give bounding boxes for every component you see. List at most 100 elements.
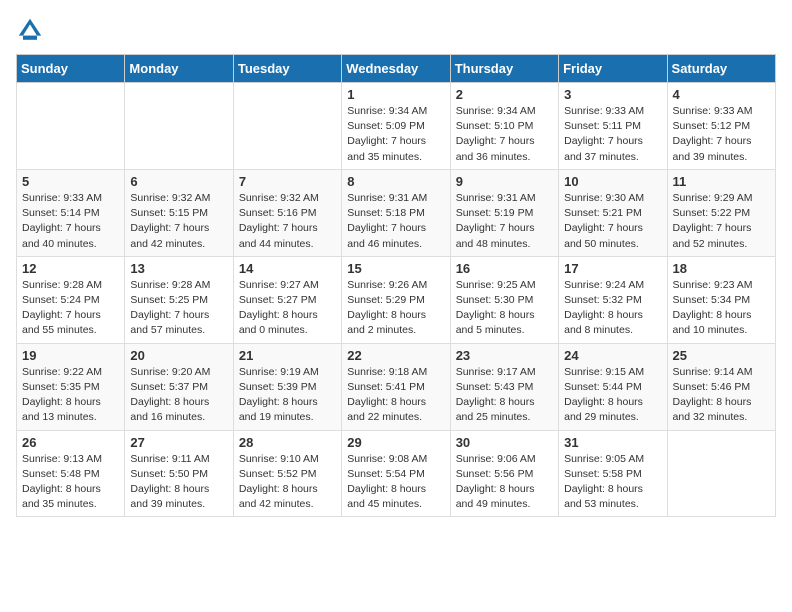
weekday-header: Saturday bbox=[667, 55, 775, 83]
calendar-day-cell: 26 Sunrise: 9:13 AM Sunset: 5:48 PM Dayli… bbox=[17, 430, 125, 517]
calendar-day-cell: 13 Sunrise: 9:28 AM Sunset: 5:25 PM Dayli… bbox=[125, 256, 233, 343]
day-number: 15 bbox=[347, 261, 444, 276]
day-info: Sunrise: 9:23 AM Sunset: 5:34 PM Dayligh… bbox=[673, 278, 770, 339]
calendar-day-cell: 30Sunrise: 9:06 AM Sunset: 5:56 PM Dayli… bbox=[450, 430, 558, 517]
calendar-day-cell: 28 Sunrise: 9:10 AM Sunset: 5:52 PM Dayli… bbox=[233, 430, 341, 517]
day-info: Sunrise: 9:31 AM Sunset: 5:19 PM Dayligh… bbox=[456, 191, 553, 252]
day-number: 16 bbox=[456, 261, 553, 276]
day-number: 28 bbox=[239, 435, 336, 450]
day-info: Sunrise: 9:11 AM Sunset: 5:50 PM Dayligh… bbox=[130, 452, 227, 513]
day-info: Sunrise: 9:19 AM Sunset: 5:39 PM Dayligh… bbox=[239, 365, 336, 426]
day-number: 25 bbox=[673, 348, 770, 363]
calendar-day-cell: 22 Sunrise: 9:18 AM Sunset: 5:41 PM Dayli… bbox=[342, 343, 450, 430]
calendar-day-cell: 2Sunrise: 9:34 AM Sunset: 5:10 PM Daylig… bbox=[450, 83, 558, 170]
calendar-day-cell: 23 Sunrise: 9:17 AM Sunset: 5:43 PM Dayli… bbox=[450, 343, 558, 430]
weekday-header: Wednesday bbox=[342, 55, 450, 83]
day-number: 8 bbox=[347, 174, 444, 189]
day-number: 2 bbox=[456, 87, 553, 102]
calendar-day-cell: 20 Sunrise: 9:20 AM Sunset: 5:37 PM Dayli… bbox=[125, 343, 233, 430]
day-number: 11 bbox=[673, 174, 770, 189]
weekday-header: Tuesday bbox=[233, 55, 341, 83]
calendar-day-cell: 1Sunrise: 9:34 AM Sunset: 5:09 PM Daylig… bbox=[342, 83, 450, 170]
day-number: 4 bbox=[673, 87, 770, 102]
day-info: Sunrise: 9:25 AM Sunset: 5:30 PM Dayligh… bbox=[456, 278, 553, 339]
day-number: 12 bbox=[22, 261, 119, 276]
calendar-day-cell: 25 Sunrise: 9:14 AM Sunset: 5:46 PM Dayli… bbox=[667, 343, 775, 430]
day-number: 19 bbox=[22, 348, 119, 363]
day-number: 7 bbox=[239, 174, 336, 189]
calendar-day-cell: 24 Sunrise: 9:15 AM Sunset: 5:44 PM Dayli… bbox=[559, 343, 667, 430]
day-info: Sunrise: 9:22 AM Sunset: 5:35 PM Dayligh… bbox=[22, 365, 119, 426]
day-info: Sunrise: 9:33 AM Sunset: 5:14 PM Dayligh… bbox=[22, 191, 119, 252]
day-number: 6 bbox=[130, 174, 227, 189]
calendar-day-cell: 10 Sunrise: 9:30 AM Sunset: 5:21 PM Dayli… bbox=[559, 169, 667, 256]
day-number: 10 bbox=[564, 174, 661, 189]
day-number: 13 bbox=[130, 261, 227, 276]
day-number: 23 bbox=[456, 348, 553, 363]
weekday-header: Friday bbox=[559, 55, 667, 83]
day-info: Sunrise: 9:05 AM Sunset: 5:58 PM Dayligh… bbox=[564, 452, 661, 513]
calendar-week-row: 5 Sunrise: 9:33 AM Sunset: 5:14 PM Daylig… bbox=[17, 169, 776, 256]
calendar-day-cell: 11Sunrise: 9:29 AM Sunset: 5:22 PM Dayli… bbox=[667, 169, 775, 256]
day-info: Sunrise: 9:17 AM Sunset: 5:43 PM Dayligh… bbox=[456, 365, 553, 426]
day-number: 26 bbox=[22, 435, 119, 450]
calendar-day-cell: 31 Sunrise: 9:05 AM Sunset: 5:58 PM Dayli… bbox=[559, 430, 667, 517]
calendar-day-cell: 8 Sunrise: 9:31 AM Sunset: 5:18 PM Daylig… bbox=[342, 169, 450, 256]
day-info: Sunrise: 9:10 AM Sunset: 5:52 PM Dayligh… bbox=[239, 452, 336, 513]
weekday-header: Sunday bbox=[17, 55, 125, 83]
calendar-week-row: 12 Sunrise: 9:28 AM Sunset: 5:24 PM Dayli… bbox=[17, 256, 776, 343]
day-info: Sunrise: 9:20 AM Sunset: 5:37 PM Dayligh… bbox=[130, 365, 227, 426]
day-info: Sunrise: 9:30 AM Sunset: 5:21 PM Dayligh… bbox=[564, 191, 661, 252]
calendar-day-cell: 14 Sunrise: 9:27 AM Sunset: 5:27 PM Dayli… bbox=[233, 256, 341, 343]
day-info: Sunrise: 9:32 AM Sunset: 5:16 PM Dayligh… bbox=[239, 191, 336, 252]
day-info: Sunrise: 9:33 AM Sunset: 5:12 PM Dayligh… bbox=[673, 104, 770, 165]
page-header bbox=[16, 16, 776, 44]
calendar-day-cell bbox=[233, 83, 341, 170]
day-number: 31 bbox=[564, 435, 661, 450]
day-number: 20 bbox=[130, 348, 227, 363]
calendar-day-cell: 7 Sunrise: 9:32 AM Sunset: 5:16 PM Daylig… bbox=[233, 169, 341, 256]
day-info: Sunrise: 9:24 AM Sunset: 5:32 PM Dayligh… bbox=[564, 278, 661, 339]
calendar-day-cell: 27 Sunrise: 9:11 AM Sunset: 5:50 PM Dayli… bbox=[125, 430, 233, 517]
calendar-day-cell: 16 Sunrise: 9:25 AM Sunset: 5:30 PM Dayli… bbox=[450, 256, 558, 343]
day-info: Sunrise: 9:32 AM Sunset: 5:15 PM Dayligh… bbox=[130, 191, 227, 252]
day-info: Sunrise: 9:33 AM Sunset: 5:11 PM Dayligh… bbox=[564, 104, 661, 165]
calendar-day-cell: 29Sunrise: 9:08 AM Sunset: 5:54 PM Dayli… bbox=[342, 430, 450, 517]
day-number: 27 bbox=[130, 435, 227, 450]
calendar-day-cell: 12 Sunrise: 9:28 AM Sunset: 5:24 PM Dayli… bbox=[17, 256, 125, 343]
day-info: Sunrise: 9:34 AM Sunset: 5:09 PM Dayligh… bbox=[347, 104, 444, 165]
day-number: 21 bbox=[239, 348, 336, 363]
day-info: Sunrise: 9:13 AM Sunset: 5:48 PM Dayligh… bbox=[22, 452, 119, 513]
day-number: 18 bbox=[673, 261, 770, 276]
day-info: Sunrise: 9:27 AM Sunset: 5:27 PM Dayligh… bbox=[239, 278, 336, 339]
day-info: Sunrise: 9:18 AM Sunset: 5:41 PM Dayligh… bbox=[347, 365, 444, 426]
day-info: Sunrise: 9:28 AM Sunset: 5:25 PM Dayligh… bbox=[130, 278, 227, 339]
day-number: 22 bbox=[347, 348, 444, 363]
day-number: 9 bbox=[456, 174, 553, 189]
day-info: Sunrise: 9:15 AM Sunset: 5:44 PM Dayligh… bbox=[564, 365, 661, 426]
weekday-header-row: SundayMondayTuesdayWednesdayThursdayFrid… bbox=[17, 55, 776, 83]
calendar-day-cell: 4 Sunrise: 9:33 AM Sunset: 5:12 PM Daylig… bbox=[667, 83, 775, 170]
day-number: 24 bbox=[564, 348, 661, 363]
calendar-day-cell bbox=[125, 83, 233, 170]
weekday-header: Thursday bbox=[450, 55, 558, 83]
logo bbox=[16, 16, 48, 44]
calendar-day-cell: 17Sunrise: 9:24 AM Sunset: 5:32 PM Dayli… bbox=[559, 256, 667, 343]
calendar-day-cell: 9 Sunrise: 9:31 AM Sunset: 5:19 PM Daylig… bbox=[450, 169, 558, 256]
day-number: 14 bbox=[239, 261, 336, 276]
day-info: Sunrise: 9:14 AM Sunset: 5:46 PM Dayligh… bbox=[673, 365, 770, 426]
calendar-week-row: 19 Sunrise: 9:22 AM Sunset: 5:35 PM Dayli… bbox=[17, 343, 776, 430]
day-info: Sunrise: 9:28 AM Sunset: 5:24 PM Dayligh… bbox=[22, 278, 119, 339]
day-number: 3 bbox=[564, 87, 661, 102]
calendar-day-cell: 19 Sunrise: 9:22 AM Sunset: 5:35 PM Dayli… bbox=[17, 343, 125, 430]
calendar-day-cell bbox=[667, 430, 775, 517]
day-info: Sunrise: 9:31 AM Sunset: 5:18 PM Dayligh… bbox=[347, 191, 444, 252]
day-number: 30 bbox=[456, 435, 553, 450]
calendar-day-cell: 18 Sunrise: 9:23 AM Sunset: 5:34 PM Dayli… bbox=[667, 256, 775, 343]
calendar-week-row: 1Sunrise: 9:34 AM Sunset: 5:09 PM Daylig… bbox=[17, 83, 776, 170]
day-number: 29 bbox=[347, 435, 444, 450]
calendar-day-cell: 6 Sunrise: 9:32 AM Sunset: 5:15 PM Daylig… bbox=[125, 169, 233, 256]
day-number: 5 bbox=[22, 174, 119, 189]
calendar-day-cell bbox=[17, 83, 125, 170]
calendar-day-cell: 21 Sunrise: 9:19 AM Sunset: 5:39 PM Dayli… bbox=[233, 343, 341, 430]
